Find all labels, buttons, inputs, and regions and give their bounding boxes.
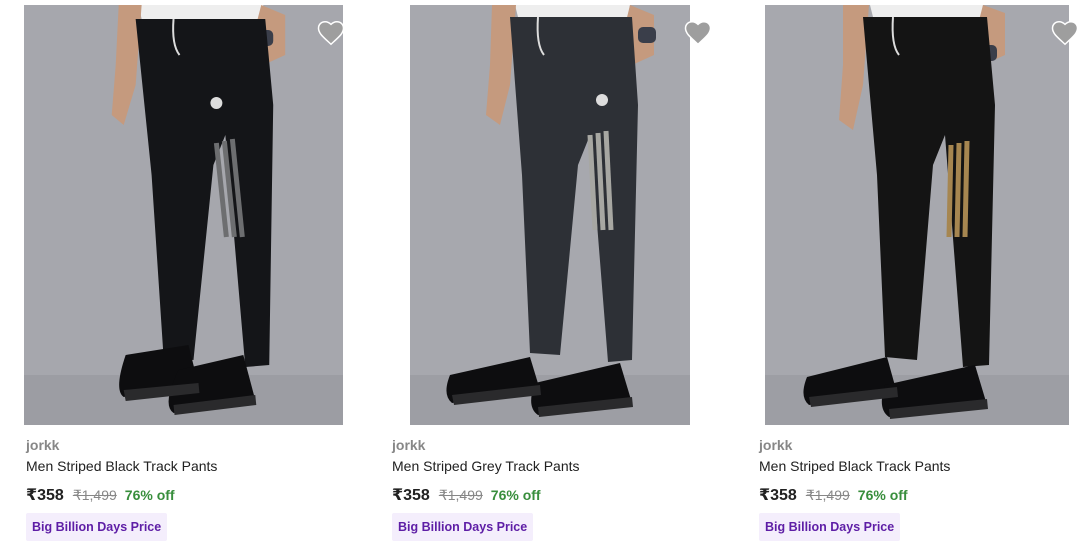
product-image[interactable] [24, 5, 343, 425]
original-price: ₹1,499 [72, 487, 117, 503]
product-grid: jorkk Men Striped Black Track Pants ₹358… [0, 0, 1082, 548]
price-row: ₹358 ₹1,499 76% off [759, 485, 908, 505]
discount-label: 76% off [124, 487, 175, 503]
product-image[interactable] [410, 5, 690, 425]
product-brand: jorkk [759, 437, 793, 453]
wishlist-heart-icon[interactable] [683, 18, 713, 48]
discount-label: 76% off [857, 487, 908, 503]
price-row: ₹358 ₹1,499 76% off [26, 485, 175, 505]
original-price: ₹1,499 [805, 487, 850, 503]
original-price: ₹1,499 [438, 487, 483, 503]
product-brand: jorkk [26, 437, 60, 453]
offer-badge: Big Billion Days Price [26, 513, 168, 541]
product-brand: jorkk [392, 437, 426, 453]
product-title[interactable]: Men Striped Grey Track Pants [392, 458, 580, 474]
offer-badge: Big Billion Days Price [759, 513, 901, 541]
product-card[interactable]: jorkk Men Striped Grey Track Pants ₹358 … [390, 0, 730, 548]
product-card[interactable]: jorkk Men Striped Black Track Pants ₹358… [757, 0, 1082, 548]
selling-price: ₹358 [759, 487, 797, 504]
product-card[interactable]: jorkk Men Striped Black Track Pants ₹358… [24, 0, 364, 548]
selling-price: ₹358 [392, 487, 430, 504]
product-title[interactable]: Men Striped Black Track Pants [26, 458, 217, 474]
product-title[interactable]: Men Striped Black Track Pants [759, 458, 950, 474]
discount-label: 76% off [490, 487, 541, 503]
wishlist-heart-icon[interactable] [1050, 18, 1080, 48]
price-row: ₹358 ₹1,499 76% off [392, 485, 541, 505]
offer-badge: Big Billion Days Price [392, 513, 534, 541]
product-image[interactable] [765, 5, 1069, 425]
selling-price: ₹358 [26, 487, 64, 504]
wishlist-heart-icon[interactable] [316, 18, 346, 48]
